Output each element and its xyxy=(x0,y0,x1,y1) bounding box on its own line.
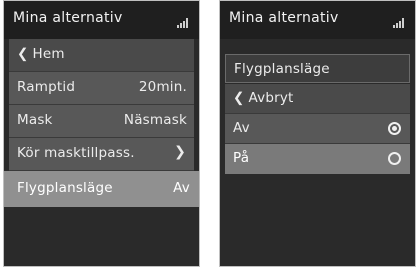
option-on[interactable]: På xyxy=(225,144,410,174)
submenu-header-label: Flygplansläge xyxy=(234,61,330,77)
menu-item-airplane-mode[interactable]: Flygplansläge Av xyxy=(4,171,199,207)
back-home-button[interactable]: ❮ Hem xyxy=(9,39,194,71)
menu-item-label: Mask xyxy=(17,112,53,128)
menu-item-value: Näsmask xyxy=(123,112,187,128)
menu-item-ramptid[interactable]: Ramptid 20min. xyxy=(9,72,194,104)
menu-item-label: Ramptid xyxy=(17,79,76,95)
back-home-label: Hem xyxy=(32,46,65,62)
airplane-mode-screen: Mina alternativ Flygplansläge ❮ Avbryt Av… xyxy=(219,0,416,267)
chevron-left-icon: ❮ xyxy=(233,90,245,106)
radio-checked-icon[interactable] xyxy=(388,122,401,135)
screen-title: Mina alternativ xyxy=(13,10,123,26)
menu-item-value: 20min. xyxy=(138,79,187,95)
menu-item-mask-fit[interactable]: Kör masktillpass. ❯ xyxy=(9,138,194,170)
menu-item-label: Kör masktillpass. xyxy=(17,145,135,161)
radio-unchecked-icon[interactable] xyxy=(388,152,401,165)
menu-item-value: Av xyxy=(173,180,190,196)
cancel-button[interactable]: ❮ Avbryt xyxy=(225,84,410,113)
menu-item-label: Flygplansläge xyxy=(17,180,113,196)
screen-title: Mina alternativ xyxy=(229,10,339,26)
signal-strength-icon xyxy=(393,18,405,28)
option-label: Av xyxy=(233,120,250,136)
cancel-label: Avbryt xyxy=(248,90,294,106)
signal-strength-icon xyxy=(177,18,189,28)
title-bar: Mina alternativ xyxy=(220,1,415,39)
title-bar: Mina alternativ xyxy=(4,1,199,39)
chevron-right-icon: ❯ xyxy=(174,144,186,160)
submenu-header: Flygplansläge xyxy=(225,54,410,83)
option-label: På xyxy=(233,150,250,166)
menu-item-mask[interactable]: Mask Näsmask xyxy=(9,105,194,137)
chevron-left-icon: ❮ xyxy=(17,46,29,62)
option-off[interactable]: Av xyxy=(225,114,410,143)
main-menu-screen: Mina alternativ ❮ Hem Ramptid 20min. Mask… xyxy=(3,0,200,267)
